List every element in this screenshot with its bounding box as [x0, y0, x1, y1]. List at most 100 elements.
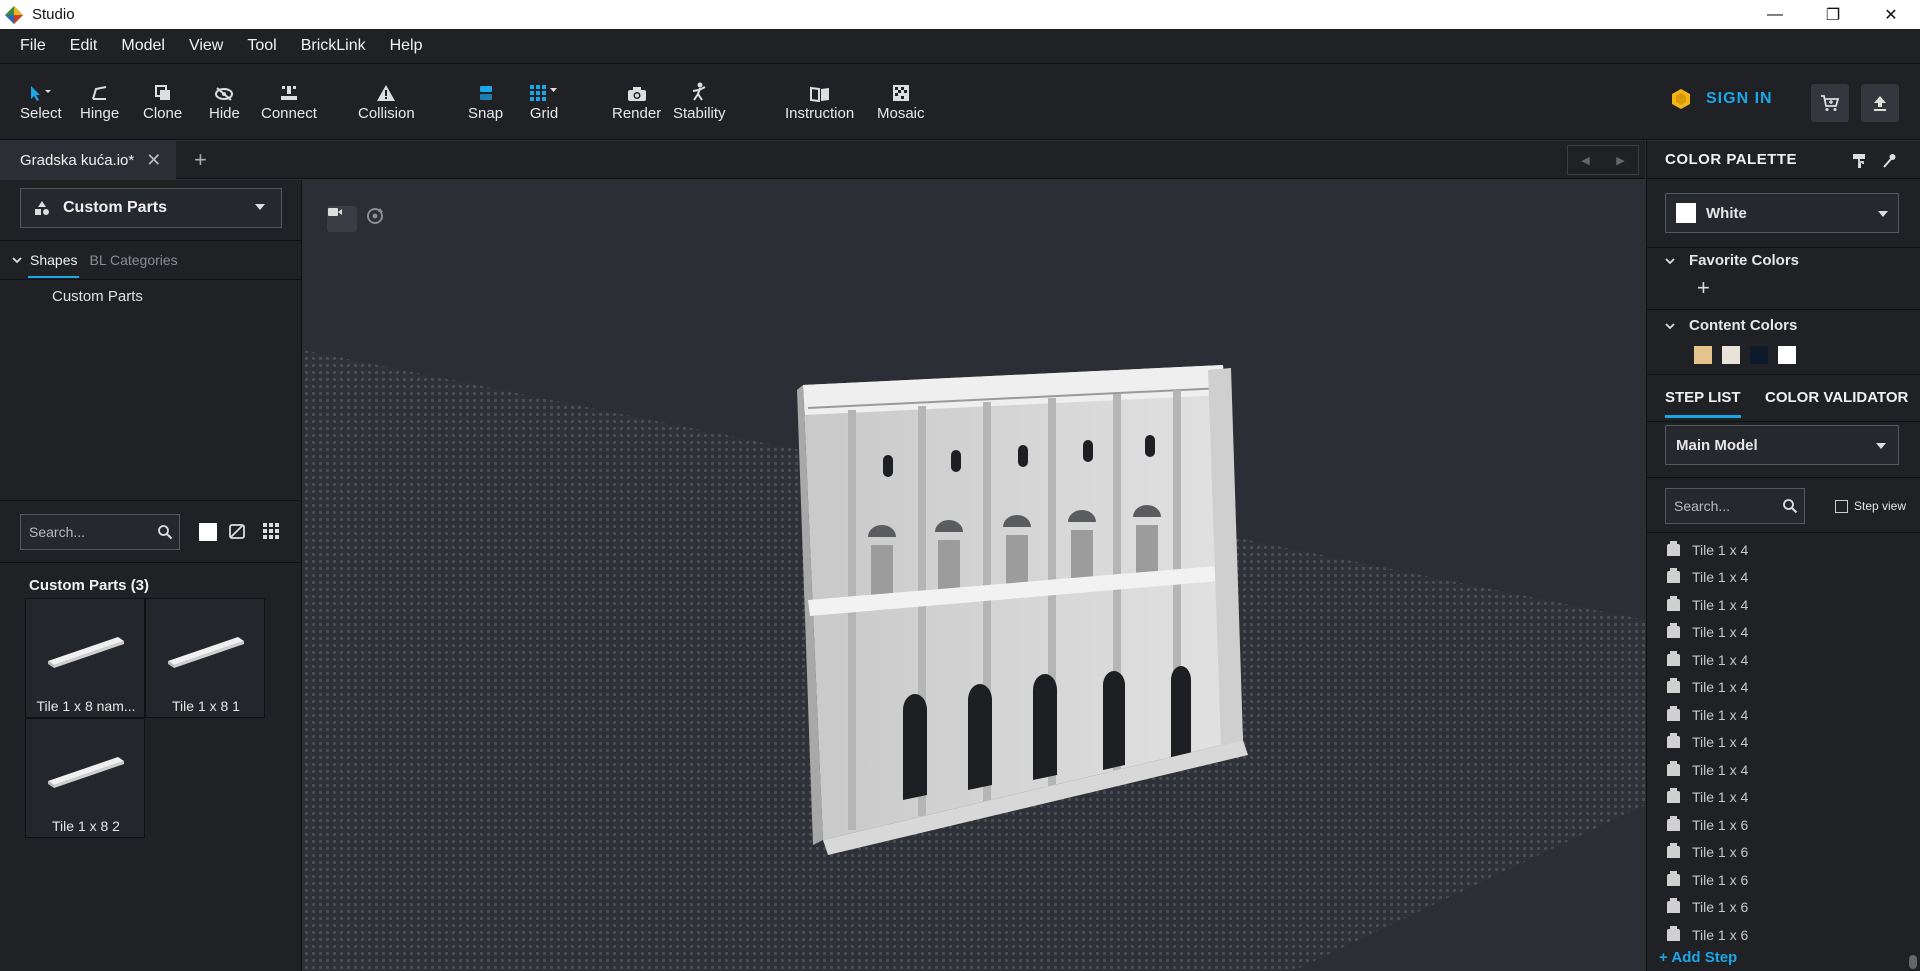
menu-view[interactable]: View [177, 37, 235, 55]
content-color-swatch[interactable] [1750, 346, 1768, 364]
step-list-item[interactable]: Tile 1 x 6 [1647, 921, 1920, 949]
content-color-swatch[interactable] [1694, 346, 1712, 364]
step-item-label: Tile 1 x 4 [1692, 789, 1749, 806]
add-step-button[interactable]: + Add Step [1659, 949, 1737, 966]
eyedropper-icon[interactable] [1882, 153, 1896, 169]
parts-category-dropdown[interactable]: Custom Parts [20, 188, 282, 228]
step-list-item[interactable]: Tile 1 x 4 [1647, 784, 1920, 812]
clone-tool-button[interactable]: Clone [143, 80, 182, 122]
document-tab[interactable]: Gradska kuća.io* ✕ [0, 141, 176, 179]
step-list-item[interactable]: Tile 1 x 4 [1647, 619, 1920, 647]
step-list-item[interactable]: Tile 1 x 4 [1647, 646, 1920, 674]
snap-icon [479, 86, 492, 100]
step-search-input[interactable] [1674, 498, 1774, 514]
stability-tool-button[interactable]: Stability [673, 80, 726, 122]
menu-file[interactable]: File [8, 37, 58, 55]
hide-tool-button[interactable]: Hide [209, 80, 240, 122]
step-view-checkbox[interactable] [1835, 499, 1848, 513]
favorite-colors-section[interactable]: Favorite Colors [1665, 252, 1799, 269]
paint-roller-icon[interactable] [1852, 153, 1866, 169]
menu-tool[interactable]: Tool [235, 37, 288, 55]
step-list-item[interactable]: Tile 1 x 4 [1647, 591, 1920, 619]
snap-label: Snap [468, 105, 504, 122]
part-card[interactable]: Tile 1 x 8 1 [145, 598, 265, 718]
step-list-item[interactable]: Tile 1 x 4 [1647, 564, 1920, 592]
parts-search-input[interactable] [29, 524, 149, 540]
brick-icon [1667, 650, 1680, 666]
tree-item-custom-parts[interactable]: Custom Parts [52, 288, 143, 305]
part-card[interactable]: Tile 1 x 8 nam... [25, 598, 145, 718]
connect-tool-button[interactable]: Connect [261, 80, 317, 122]
render-tool-button[interactable]: Render [612, 80, 661, 122]
filter-off-icon[interactable] [228, 522, 246, 540]
select-label: Select [20, 105, 62, 122]
step-list: Tile 1 x 4 Tile 1 x 4 Tile 1 x 4 Tile 1 x 4… [1647, 536, 1920, 949]
chevron-down-icon [255, 204, 265, 210]
solid-square-view-icon[interactable] [198, 522, 218, 542]
step-list-item[interactable]: Tile 1 x 4 [1647, 701, 1920, 729]
clone-label: Clone [143, 105, 183, 122]
right-panel: COLOR PALETTE White Favorite Colors + Co… [1646, 141, 1920, 971]
close-tab-icon[interactable]: ✕ [146, 150, 161, 171]
part-card[interactable]: Tile 1 x 8 2 [25, 718, 145, 838]
color-select[interactable]: White [1665, 193, 1899, 233]
viewport-scene [303, 350, 1645, 971]
maximize-button[interactable]: ❐ [1804, 0, 1862, 29]
content-colors-title: Content Colors [1689, 317, 1798, 334]
select-tool-button[interactable]: Select [20, 80, 62, 122]
mosaic-tool-button[interactable]: Mosaic [877, 80, 925, 122]
search-icon[interactable] [1782, 498, 1798, 514]
brick-icon [1667, 843, 1680, 859]
tab-shapes[interactable]: Shapes [28, 242, 80, 278]
chevron-down-icon[interactable] [12, 256, 22, 264]
step-list-item[interactable]: Tile 1 x 6 [1647, 811, 1920, 839]
menu-edit[interactable]: Edit [58, 37, 110, 55]
tab-step-list[interactable]: STEP LIST [1665, 389, 1741, 418]
model-select[interactable]: Main Model [1665, 425, 1899, 465]
render-label: Render [612, 105, 662, 122]
step-list-scrollbar[interactable] [1909, 955, 1917, 969]
menu-bricklink[interactable]: BrickLink [289, 37, 378, 55]
minimize-button[interactable]: — [1746, 0, 1804, 29]
snap-tool-button[interactable]: Snap [468, 80, 503, 122]
sign-in-label: SIGN IN [1706, 90, 1773, 107]
step-search-box [1665, 488, 1805, 524]
cart-button[interactable] [1811, 84, 1849, 122]
menu-model[interactable]: Model [109, 37, 177, 55]
parts-header: Custom Parts (3) [29, 577, 150, 594]
collision-tool-button[interactable]: Collision [358, 80, 415, 122]
step-list-item[interactable]: Tile 1 x 6 [1647, 894, 1920, 922]
step-list-item[interactable]: Tile 1 x 4 [1647, 536, 1920, 564]
menu-help[interactable]: Help [378, 37, 435, 55]
search-icon[interactable] [157, 524, 173, 540]
hinge-tool-button[interactable]: Hinge [80, 80, 119, 122]
content-colors-section[interactable]: Content Colors [1665, 317, 1797, 334]
tab-bl-categories[interactable]: BL Categories [89, 252, 177, 268]
tab-prev-icon[interactable]: ◀ [1581, 154, 1589, 167]
step-list-item[interactable]: Tile 1 x 4 [1647, 729, 1920, 757]
orbit-button[interactable] [365, 206, 391, 232]
close-window-button[interactable]: ✕ [1862, 0, 1920, 29]
step-list-item[interactable]: Tile 1 x 6 [1647, 839, 1920, 867]
camera-view-button[interactable] [327, 206, 357, 232]
grid-view-icon[interactable] [262, 522, 280, 540]
tab-next-icon[interactable]: ▶ [1616, 154, 1624, 167]
brick-icon [1667, 678, 1680, 694]
sign-in-button[interactable]: SIGN IN [1670, 88, 1773, 110]
grid-tool-button[interactable]: Grid [529, 80, 559, 122]
chevron-down-icon [1665, 322, 1675, 329]
content-color-swatch[interactable] [1722, 346, 1740, 364]
instruction-tool-button[interactable]: Instruction [785, 80, 854, 122]
document-tab-label: Gradska kuća.io* [20, 151, 135, 169]
step-list-item[interactable]: Tile 1 x 6 [1647, 866, 1920, 894]
step-view-toggle[interactable]: Step view [1835, 499, 1906, 513]
content-color-swatch[interactable] [1778, 346, 1796, 364]
tab-color-validator[interactable]: COLOR VALIDATOR [1765, 389, 1908, 406]
upload-icon [1874, 96, 1886, 111]
upload-button[interactable] [1861, 84, 1899, 122]
add-favorite-color-button[interactable]: + [1697, 275, 1710, 301]
step-list-item[interactable]: Tile 1 x 4 [1647, 674, 1920, 702]
step-list-item[interactable]: Tile 1 x 4 [1647, 756, 1920, 784]
add-tab-button[interactable]: + [194, 147, 207, 173]
3d-viewport[interactable] [303, 180, 1645, 971]
